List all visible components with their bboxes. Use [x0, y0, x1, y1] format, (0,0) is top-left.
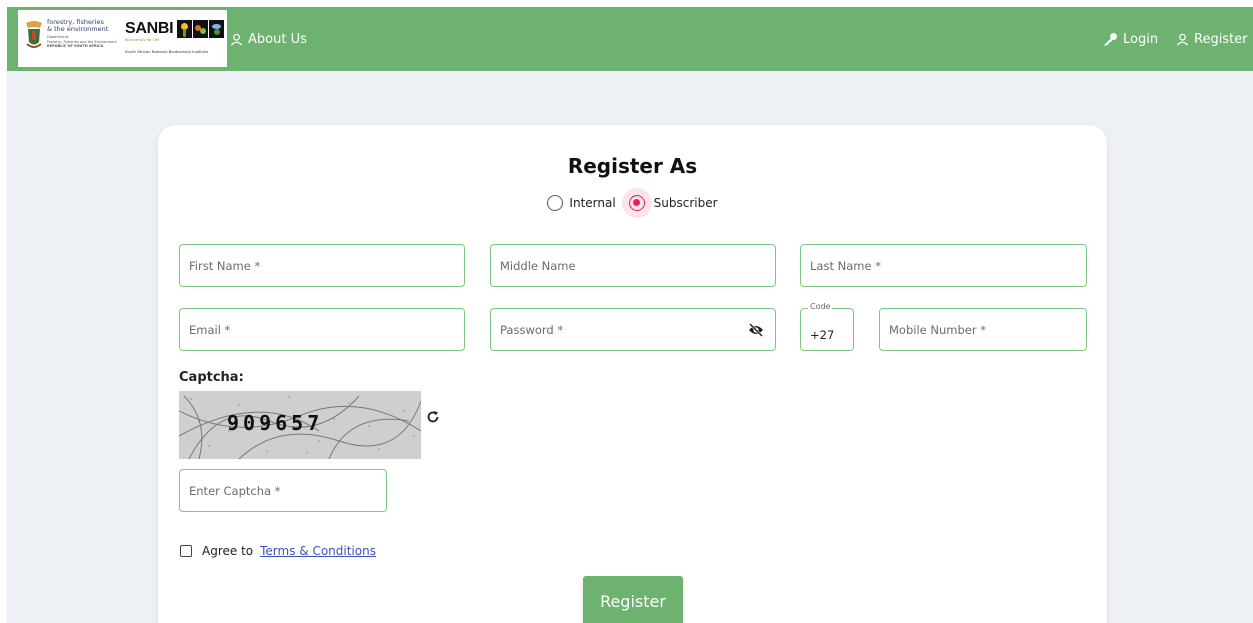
captcha-image: 909657 [179, 391, 421, 459]
sanbi-full-name: South African National Biodiversity Inst… [125, 49, 209, 54]
user-icon [230, 33, 243, 45]
nav-about-us[interactable]: About Us [230, 29, 307, 49]
sanbi-logo-text: SANBI [125, 20, 174, 37]
mobile-number-placeholder: Mobile Number * [889, 322, 986, 337]
role-radio-group: Internal Subscriber [158, 188, 1107, 218]
refresh-captcha-icon[interactable] [426, 410, 440, 424]
captcha-label: Captcha: [179, 370, 244, 385]
middle-name-placeholder: Middle Name [500, 258, 576, 273]
password-placeholder: Password * [500, 322, 564, 337]
leaf-tile-icon [193, 20, 208, 38]
first-name-field[interactable]: First Name * [179, 244, 465, 287]
page: forestry, fisheries & the environment De… [7, 7, 1253, 623]
nav-login[interactable]: Login [1104, 29, 1158, 49]
country-code-label: Code [808, 302, 833, 311]
nav-about-label: About Us [248, 31, 307, 47]
logo[interactable]: forestry, fisheries & the environment De… [18, 10, 227, 67]
role-internal-label: Internal [569, 196, 616, 210]
first-name-placeholder: First Name * [189, 258, 261, 273]
role-option-subscriber[interactable]: Subscriber [621, 188, 718, 218]
sanbi-tagline: Biodiversity for Life [125, 38, 159, 42]
nav-register[interactable]: Register [1176, 29, 1248, 49]
country-code-field[interactable]: Code +27 [800, 302, 854, 351]
email-placeholder: Email * [189, 322, 231, 337]
user-icon [1176, 33, 1189, 45]
country-code-value: +27 [810, 327, 835, 342]
register-card: Register As Internal Subscriber First Na… [158, 125, 1107, 623]
eye-off-icon[interactable] [748, 323, 764, 337]
last-name-field[interactable]: Last Name * [800, 244, 1087, 287]
password-field[interactable]: Password * [490, 308, 776, 351]
form-title: Register As [567, 154, 698, 178]
mobile-number-field[interactable]: Mobile Number * [879, 308, 1087, 351]
email-field[interactable]: Email * [179, 308, 465, 351]
key-icon [1104, 33, 1117, 46]
terms-link[interactable]: Terms & Conditions [260, 544, 376, 558]
bird-tile-icon [209, 20, 224, 38]
middle-name-field[interactable]: Middle Name [490, 244, 776, 287]
nav-register-label: Register [1194, 31, 1248, 47]
radio-checked-icon[interactable] [628, 195, 645, 211]
captcha-input[interactable]: Enter Captcha * [179, 469, 387, 512]
last-name-placeholder: Last Name * [810, 258, 881, 273]
captcha-input-placeholder: Enter Captcha * [189, 483, 281, 498]
captcha-text: 909657 [227, 411, 324, 435]
dffe-logo-text: forestry, fisheries & the environment De… [47, 18, 117, 49]
nav-login-label: Login [1123, 31, 1159, 47]
sanbi-logo-tiles [177, 20, 224, 38]
terms-checkbox[interactable] [180, 545, 192, 557]
role-subscriber-label: Subscriber [653, 196, 718, 210]
terms-row: Agree to Terms & Conditions [180, 544, 376, 558]
coat-of-arms-icon [26, 21, 42, 48]
role-option-internal[interactable]: Internal [547, 195, 616, 211]
radio-unchecked-icon[interactable] [547, 195, 564, 211]
flower-tile-icon [177, 20, 192, 38]
terms-agree-label: Agree to [202, 544, 254, 558]
register-button[interactable]: Register [583, 576, 683, 623]
top-navbar: forestry, fisheries & the environment De… [7, 7, 1253, 71]
radio-focus-halo [621, 188, 652, 218]
